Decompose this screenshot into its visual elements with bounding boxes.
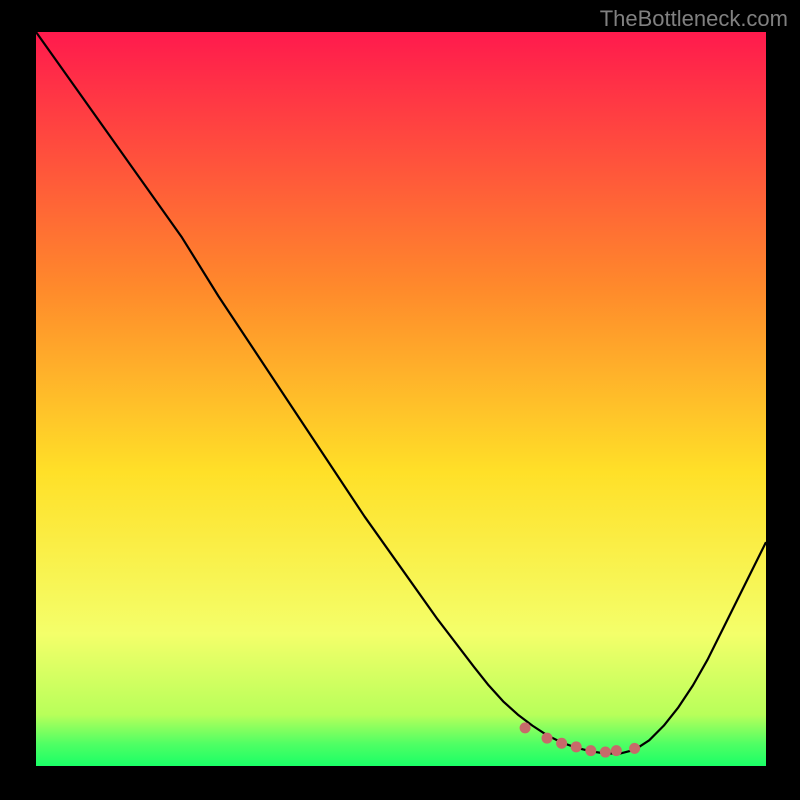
plot-area [36, 32, 766, 766]
marker-point [571, 741, 582, 752]
marker-point [556, 738, 567, 749]
marker-point [611, 745, 622, 756]
chart-svg [36, 32, 766, 766]
marker-point [520, 722, 531, 733]
marker-point [600, 747, 611, 758]
marker-point [542, 733, 553, 744]
chart-container: TheBottleneck.com [0, 0, 800, 800]
gradient-background [36, 32, 766, 766]
watermark-text: TheBottleneck.com [600, 6, 788, 32]
marker-point [629, 743, 640, 754]
marker-point [585, 745, 596, 756]
